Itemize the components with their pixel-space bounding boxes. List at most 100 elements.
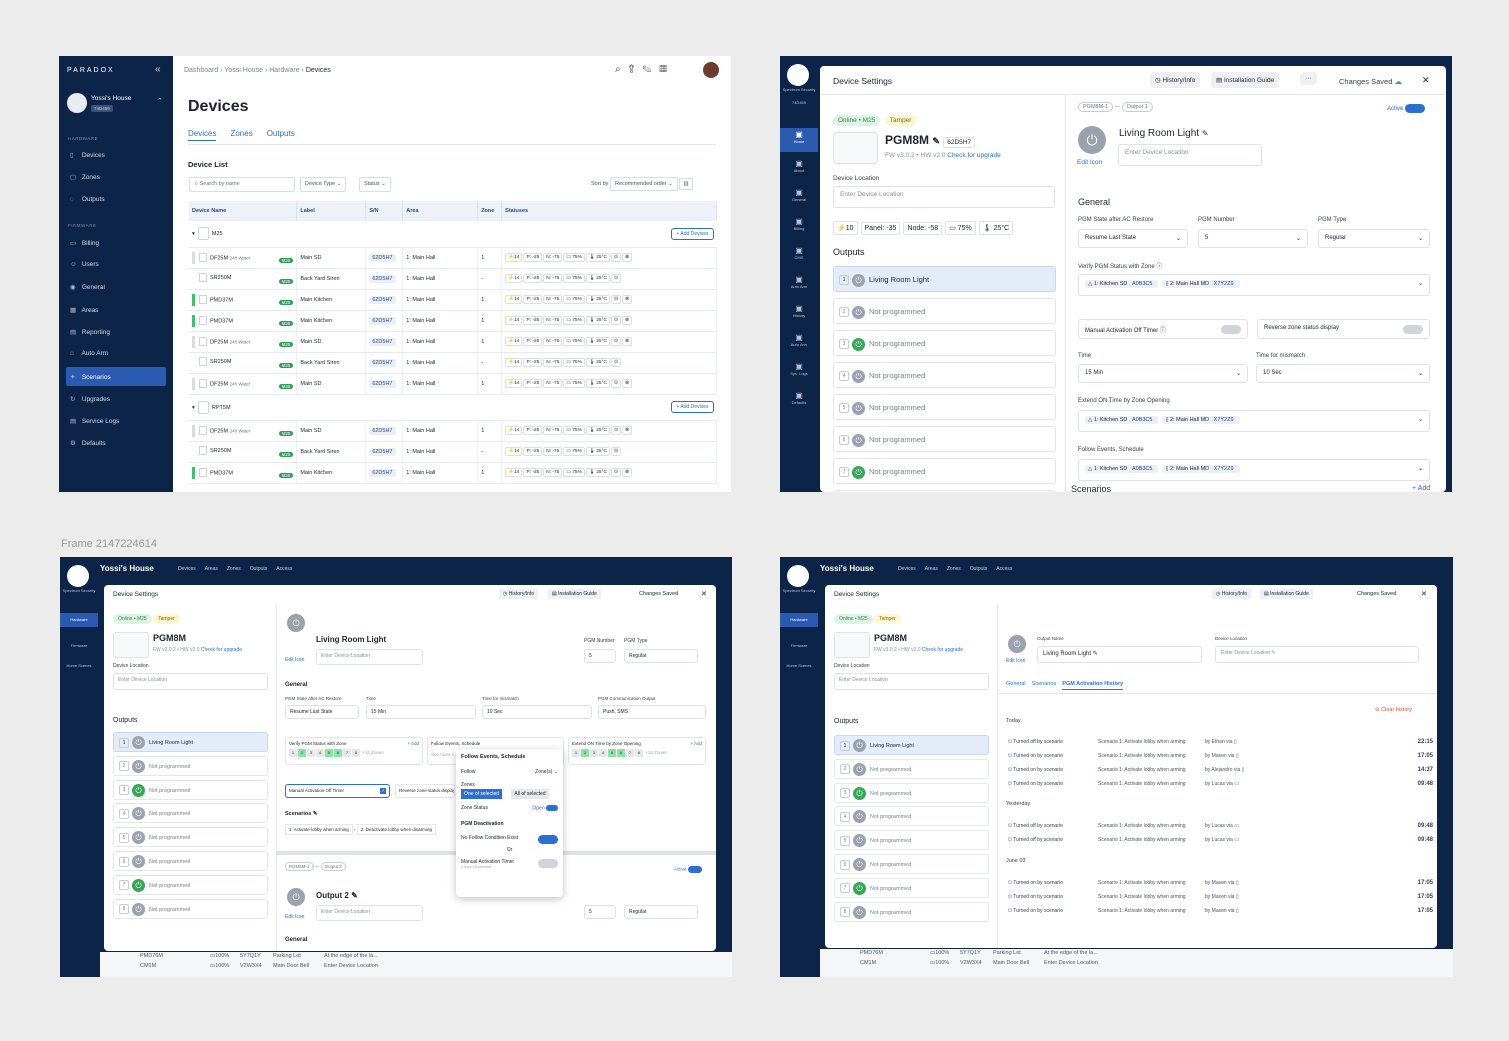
table-row[interactable]: SR250M M25 Back Yard Siren 62D5H7 1: Main H… xyxy=(189,352,717,374)
topnav-outputs[interactable]: Outputs xyxy=(970,566,988,572)
verify-add[interactable]: + Add xyxy=(407,741,419,746)
output-item[interactable]: 6 ⏻ Not programmed xyxy=(834,854,989,874)
crumb-pgm[interactable]: PGM8M-1 xyxy=(1078,102,1114,112)
output-item[interactable]: 2 ⏻ Not programmed xyxy=(113,755,268,776)
history-user[interactable]: by Alejandro via ▯ xyxy=(1205,767,1244,773)
info-icon[interactable]: ⓘ xyxy=(1156,264,1162,270)
zone-number[interactable]: 7 xyxy=(626,749,634,757)
time-select[interactable]: 15 Min ⌄ xyxy=(1078,364,1248,383)
popup-all[interactable]: All of selected xyxy=(511,789,549,799)
mismatch-select[interactable]: 10 Sec xyxy=(482,705,592,719)
toggle-on[interactable] xyxy=(1405,104,1426,113)
history-button[interactable]: ◷ History/Info xyxy=(1150,72,1201,88)
crumb-house[interactable]: Yossi House xyxy=(224,67,263,74)
popup-open-toggle[interactable] xyxy=(546,805,558,811)
output-item[interactable]: 3 ⏻ Not programmed xyxy=(113,779,268,800)
sidebar-item-outputs[interactable]: ◌ Outputs xyxy=(66,190,166,209)
edit-pencil-icon[interactable]: ✎ xyxy=(1202,129,1209,138)
close-button[interactable]: ✕ xyxy=(701,590,707,598)
time-select[interactable]: 15 Min xyxy=(366,705,476,719)
topnav-access[interactable]: Access xyxy=(996,566,1012,572)
extend-add[interactable]: + Add xyxy=(690,741,702,746)
scenario-1[interactable]: 1: Activate lobby when arming xyxy=(285,824,353,835)
output-location-input[interactable]: Enter Device Location xyxy=(1118,144,1262,166)
edit-icon-link[interactable]: Edit Icon xyxy=(1077,159,1102,166)
edit-icon-link[interactable]: Edit Icon xyxy=(285,657,304,663)
topnav-devices[interactable]: Devices xyxy=(898,566,916,572)
manual-timer-row[interactable]: Manual Activation Off Timer ✓ xyxy=(285,784,390,798)
verify-zones-select[interactable]: △ 1: Kitchen SD A0B3C5 ▯ 2: Main Hall MD … xyxy=(1078,274,1430,296)
output-name-input[interactable]: Living Room Light ✎ xyxy=(1037,646,1202,663)
table-row[interactable]: DF25M 24h Water M25 Main SD 62D5H7 1: Main H… xyxy=(189,331,717,353)
edit-icon[interactable]: ✎ xyxy=(642,64,659,75)
sidebar-item-defaults[interactable]: ⚙ Defaults xyxy=(66,433,166,452)
status-filter[interactable]: Status ⌄ xyxy=(359,177,391,192)
edit-icon-link-2[interactable]: Edit Icon xyxy=(285,914,304,920)
tab-devices[interactable]: Devices xyxy=(188,129,217,141)
nav-firmware[interactable]: Firmware xyxy=(60,643,98,648)
location-input[interactable]: Enter Device Location xyxy=(834,673,989,690)
popup-open[interactable]: Open xyxy=(532,805,558,811)
history-user[interactable]: by Lucas via ▭ xyxy=(1205,781,1239,787)
pgm-type-select[interactable]: Regular xyxy=(624,649,698,663)
chevron-down-icon[interactable]: ▾ xyxy=(192,404,195,410)
nav-home[interactable]: ▣ Home xyxy=(780,128,818,152)
output-item[interactable]: 5 ⏻ Not programmed xyxy=(834,830,989,851)
chevron-down-icon[interactable]: ▾ xyxy=(192,231,195,237)
zone-number[interactable]: 5 xyxy=(325,749,333,757)
output-item[interactable]: 4 ⏻ Not programmed xyxy=(834,806,989,827)
collapse-icon[interactable]: « xyxy=(155,64,161,75)
sort-select[interactable]: Recommended order ⌄ xyxy=(609,177,678,191)
location-input[interactable]: Enter Device Location xyxy=(833,186,1055,208)
group-row[interactable]: ▾ M25 + Add Devices xyxy=(189,221,717,248)
output-item[interactable]: 4 ⏻ Not programmed xyxy=(113,803,268,824)
output-item[interactable]: 8⏻Not programmed xyxy=(833,490,1056,492)
sidebar-item-users[interactable]: ☺ Users xyxy=(66,255,166,274)
zone-number[interactable]: 1 xyxy=(289,749,297,757)
house-selector[interactable]: Yossi's House 74D459 ⌃ xyxy=(67,93,167,117)
sidebar-item-billing[interactable]: ▭ Billing xyxy=(66,233,166,252)
output-item[interactable]: 2 ⏻ Not programmed xyxy=(834,758,989,779)
sidebar-item-zones[interactable]: ▢ Zones xyxy=(66,167,166,186)
reverse-row[interactable]: Reverse zone status display xyxy=(395,784,455,798)
table-row[interactable]: SR250M M25 Back Yard Siren 62D5H7 1: Main H… xyxy=(189,268,717,290)
popup-no-follow-toggle[interactable] xyxy=(538,835,558,844)
mismatch-select[interactable]: 10 Sec ⌄ xyxy=(1256,364,1430,383)
scenario-2[interactable]: 2: Deactivate lobby when disarming xyxy=(356,824,436,835)
crumb-hardware[interactable]: Hardware xyxy=(269,67,299,74)
nav-hardware[interactable]: Hardware xyxy=(780,613,818,627)
guide-button[interactable]: ▤ Installation Guide xyxy=(1211,72,1280,88)
ac-select[interactable]: Resume Last State xyxy=(285,705,359,719)
history-user[interactable]: by Lucas via ▭ xyxy=(1205,837,1239,843)
output-item[interactable]: 7 ⏻ Not programmed xyxy=(113,874,268,895)
output2-location-input[interactable]: Enter Device Location xyxy=(316,905,423,921)
pgm-num-select[interactable]: 5 xyxy=(584,649,616,663)
nav-about[interactable]: ▣ About xyxy=(780,157,818,181)
output-item[interactable]: 3 ⏻ Not programmed xyxy=(834,782,989,803)
ac-select[interactable]: Resume Last State ⌄ xyxy=(1078,229,1188,248)
search-icon[interactable]: ⌕ xyxy=(615,64,629,75)
checkbox-checked-icon[interactable]: ✓ xyxy=(380,788,386,794)
topnav-devices[interactable]: Devices xyxy=(178,566,196,572)
sidebar-item-auto-arm[interactable]: ⌂ Auto Arm xyxy=(66,344,166,363)
table-row[interactable]: DF25M 24h Water M25 Main SD 62D5H7 1: Main H… xyxy=(189,420,717,442)
zone-number[interactable]: 8 xyxy=(635,749,643,757)
tab-history[interactable]: PGM Activation History xyxy=(1062,681,1124,690)
output-item[interactable]: 1 ⏻ Living Room Light xyxy=(113,732,268,752)
upgrade-link[interactable]: Check for upgrade xyxy=(201,647,242,653)
output-item[interactable]: 4 ⏻ Not programmed xyxy=(833,362,1056,388)
crumb2-pgm[interactable]: PGM8M-1 xyxy=(285,862,314,871)
zone-number[interactable]: 3 xyxy=(307,749,315,757)
output-item[interactable]: 3 ⏻ Not programmed xyxy=(833,330,1056,356)
nav-home-scenes[interactable]: Home Scenes xyxy=(60,663,98,668)
output-item[interactable]: 5 ⏻ Not programmed xyxy=(833,394,1056,420)
output-item[interactable]: 7 ⏻ Not programmed xyxy=(833,458,1056,484)
zone-number[interactable]: 5 xyxy=(608,749,616,757)
add-devices-button[interactable]: + Add Devices xyxy=(671,401,714,413)
table-row[interactable]: SR250M M25 Back Yard Siren 62D5H7 1: Main H… xyxy=(189,441,717,463)
toggle-on-2[interactable] xyxy=(687,866,702,873)
crumb-dashboard[interactable]: Dashboard xyxy=(184,67,218,74)
history-user[interactable]: by Mason via ▯ xyxy=(1205,908,1239,914)
zone-number[interactable]: 6 xyxy=(334,749,342,757)
location-input[interactable]: Enter Device Location xyxy=(113,673,268,690)
